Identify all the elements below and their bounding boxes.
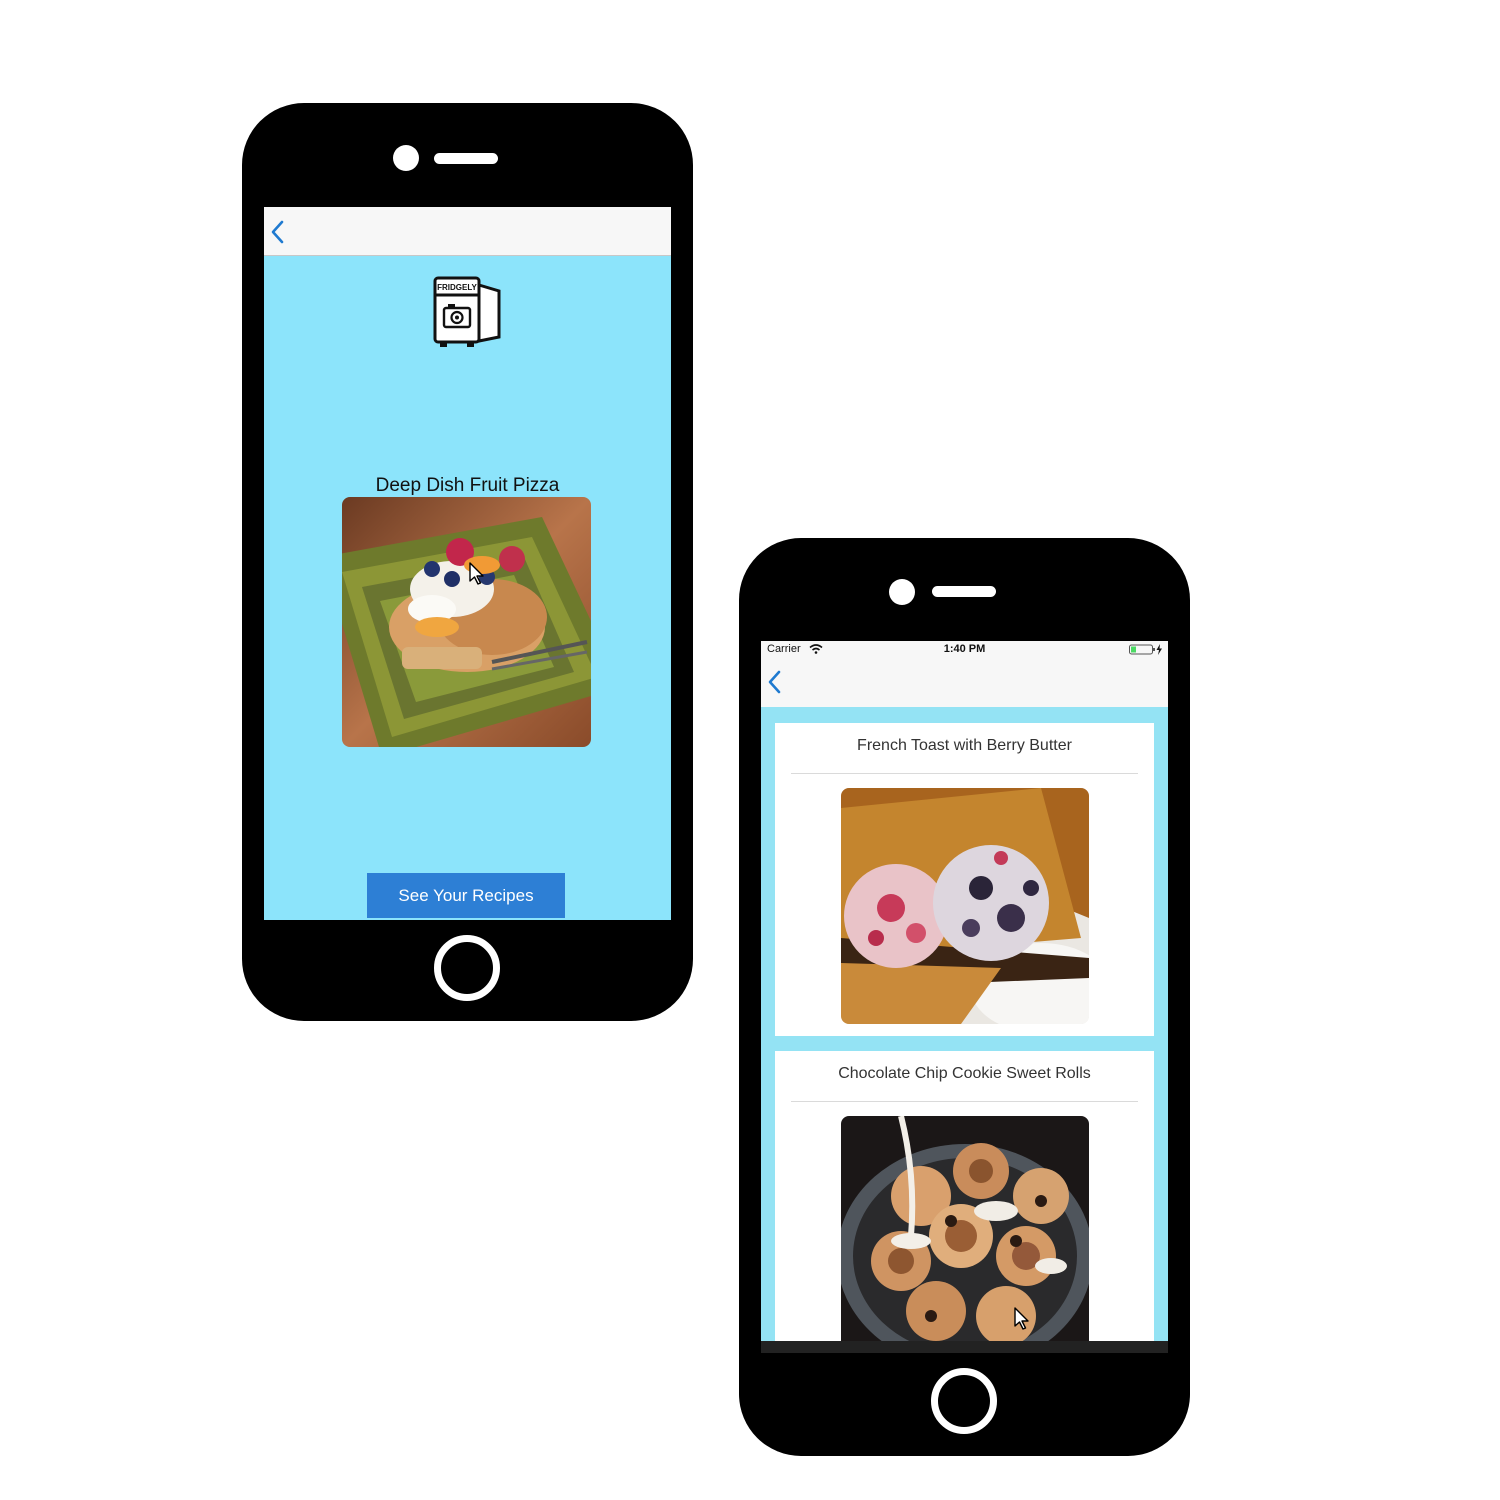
recipe-card[interactable]: Chocolate Chip Cookie Sweet Rolls <box>775 1051 1154 1341</box>
logo-text: FRIDGELY <box>437 283 477 292</box>
see-your-recipes-button[interactable]: See Your Recipes <box>367 873 565 918</box>
phone-frame-left: FRIDGELY Deep Dish Fruit Pizza See Your … <box>242 103 693 1021</box>
back-button[interactable] <box>767 670 783 694</box>
front-camera <box>889 579 915 605</box>
chevron-left-icon <box>768 670 781 694</box>
back-button[interactable] <box>270 220 286 244</box>
chevron-left-icon <box>271 220 284 244</box>
divider <box>791 773 1138 774</box>
phone-frame-right: Carrier 1:40 PM French Toast with Berry … <box>739 538 1190 1456</box>
recipe-list-screen: Carrier 1:40 PM French Toast with Berry … <box>761 641 1168 1341</box>
earpiece-speaker <box>434 153 498 164</box>
home-button[interactable] <box>434 935 500 1001</box>
status-time: 1:40 PM <box>943 643 986 655</box>
recipe-card-title: Chocolate Chip Cookie Sweet Rolls <box>838 1065 1091 1082</box>
recipe-card-title: French Toast with Berry Butter <box>857 737 1072 754</box>
navigation-bar <box>264 207 671 256</box>
navigation-bar <box>761 657 1168 707</box>
recipe-detail-screen: FRIDGELY Deep Dish Fruit Pizza See Your … <box>264 207 671 920</box>
recipe-photo-fruit-pizza[interactable] <box>342 497 591 747</box>
status-bar: Carrier 1:40 PM <box>761 641 1168 657</box>
recipe-photo-sweet-rolls[interactable] <box>841 1116 1089 1341</box>
fridgely-logo: FRIDGELY <box>432 275 502 350</box>
front-camera <box>393 145 419 171</box>
recipe-photo-french-toast[interactable] <box>841 788 1089 1024</box>
battery-icon <box>1129 644 1162 655</box>
recipe-card[interactable]: French Toast with Berry Butter <box>775 723 1154 1036</box>
recipe-title: Deep Dish Fruit Pizza <box>375 475 560 496</box>
screen-bottom-bezel <box>761 1341 1168 1353</box>
earpiece-speaker <box>932 586 996 597</box>
divider <box>791 1101 1138 1102</box>
home-button[interactable] <box>931 1368 997 1434</box>
